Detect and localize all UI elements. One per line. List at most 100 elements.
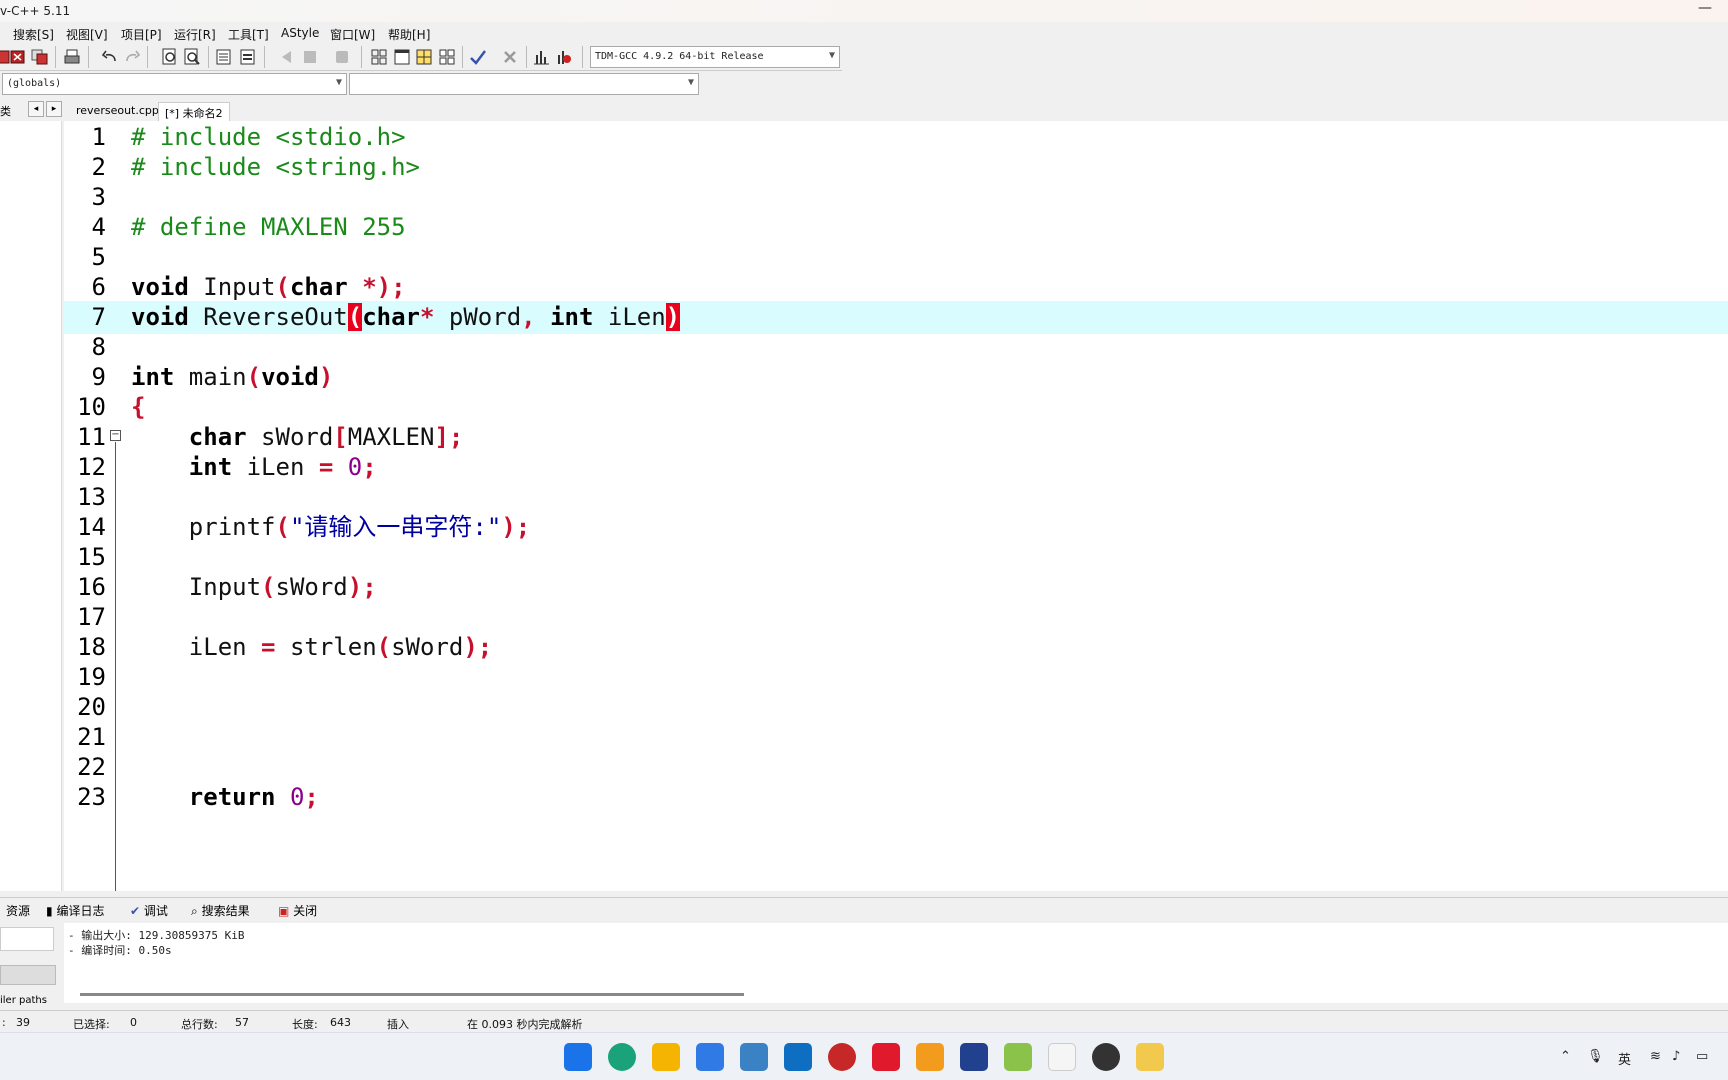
- tab-label: [*] 未命名2: [165, 107, 223, 120]
- print-icon[interactable]: [62, 47, 82, 67]
- code-line: 11 char sWord[MAXLEN];: [64, 421, 1728, 454]
- keyword: int: [188, 453, 233, 481]
- app-dots-icon[interactable]: [1048, 1043, 1076, 1071]
- code-line-current: 7 void ReverseOut(char* pWord, int iLen): [64, 301, 1728, 334]
- app-diamond-icon[interactable]: [1004, 1043, 1032, 1071]
- microphone-icon[interactable]: 🎙: [1587, 1049, 1604, 1064]
- todo-check-icon[interactable]: [696, 1043, 724, 1071]
- obs-icon[interactable]: [1092, 1043, 1120, 1071]
- member-select[interactable]: ▼: [349, 73, 699, 95]
- code-editor[interactable]: − 1 # include <stdio.h> 2 # include <strin…: [64, 121, 1728, 891]
- edge-browser-icon[interactable]: [608, 1043, 636, 1071]
- menu-help[interactable]: 帮助[H]: [388, 26, 430, 43]
- menu-search[interactable]: 搜索[S]: [13, 26, 54, 43]
- code-line: 23 return 0;: [64, 781, 1728, 814]
- window-icon[interactable]: [392, 47, 412, 67]
- tab-debug[interactable]: ✔ 调试: [130, 902, 168, 919]
- number-literal: 0: [347, 453, 363, 481]
- menu-run[interactable]: 运行[R]: [174, 26, 216, 43]
- code-line: 6 void Input(char *);: [64, 271, 1728, 304]
- code-line: 1 # include <stdio.h>: [64, 121, 1728, 154]
- tab-compile-log[interactable]: ▮ 编译日志: [46, 902, 104, 919]
- sublime-icon[interactable]: [916, 1043, 944, 1071]
- keyword: char: [362, 303, 420, 331]
- grid-icon[interactable]: [414, 47, 434, 67]
- bookmark-icon[interactable]: [332, 47, 352, 67]
- volume-icon[interactable]: ♪: [1672, 1049, 1680, 1064]
- close-all-icon[interactable]: [30, 47, 50, 67]
- menu-window[interactable]: 窗口[W]: [330, 26, 375, 43]
- status-insert-mode: 插入: [387, 1018, 409, 1031]
- code-line: 20: [64, 691, 1728, 724]
- tab-untitled2[interactable]: [*] 未命名2: [158, 102, 230, 121]
- stop-icon[interactable]: [500, 47, 520, 67]
- status-bar: : 39 已选择: 0 总行数: 57 长度: 643 插入 在 0.093 秒…: [0, 1010, 1728, 1032]
- find-icon[interactable]: [160, 47, 180, 67]
- class-browser-pane[interactable]: [0, 121, 62, 891]
- status-selected-value: 0: [130, 1016, 137, 1029]
- menu-tools[interactable]: 工具[T]: [228, 26, 269, 43]
- code-line: 14 printf("请输入一串字符:");: [64, 511, 1728, 544]
- line-number: 11: [77, 423, 106, 451]
- classes-tab-label[interactable]: 类: [0, 103, 11, 119]
- wifi-icon[interactable]: ≋: [1650, 1049, 1661, 1064]
- store-icon[interactable]: [652, 1043, 680, 1071]
- back-icon[interactable]: [277, 47, 297, 67]
- tab-scroll-left-icon[interactable]: ◂: [28, 101, 44, 117]
- code-line: 21: [64, 721, 1728, 754]
- compiler-select[interactable]: TDM-GCC 4.9.2 64-bit Release ▼: [590, 46, 840, 68]
- minimize-button[interactable]: —: [1698, 0, 1712, 16]
- brace-match: (: [347, 303, 363, 331]
- code-line: 13: [64, 481, 1728, 514]
- horizontal-scrollbar[interactable]: [80, 993, 744, 996]
- code-line: 5: [64, 241, 1728, 274]
- battery-icon[interactable]: ▭: [1696, 1049, 1708, 1064]
- replace-icon[interactable]: [182, 47, 202, 67]
- tab-reverseout[interactable]: reverseout.cpp: [70, 102, 165, 121]
- symbol: *: [420, 303, 435, 331]
- app-red-icon[interactable]: [828, 1043, 856, 1071]
- log-input-box[interactable]: [0, 927, 54, 951]
- scope-select[interactable]: (globals) ▼: [2, 73, 347, 95]
- log-side-button[interactable]: [0, 965, 56, 985]
- compiler-options-pane: iler paths: [0, 923, 62, 1006]
- menu-astyle[interactable]: AStyle: [281, 26, 319, 40]
- compile-log[interactable]: - 输出大小: 129.30859375 KiB - 编译时间: 0.50s: [64, 923, 1728, 1003]
- chart-icon[interactable]: [531, 47, 551, 67]
- forward-icon[interactable]: [300, 47, 320, 67]
- netease-music-icon[interactable]: [872, 1043, 900, 1071]
- indent-icon[interactable]: [214, 47, 234, 67]
- file-explorer-icon[interactable]: [1136, 1043, 1164, 1071]
- unindent-icon[interactable]: [238, 47, 258, 67]
- tab-close[interactable]: ▣ 关闭: [278, 902, 317, 919]
- tiles-icon[interactable]: [437, 47, 457, 67]
- code-text: # include <string.h>: [131, 153, 420, 181]
- new-project-icon[interactable]: [369, 47, 389, 67]
- tab-scroll-right-icon[interactable]: ▸: [46, 101, 62, 117]
- undo-icon[interactable]: [100, 47, 120, 67]
- start-windows-icon[interactable]: [564, 1043, 592, 1071]
- status-parse-time: 在 0.093 秒内完成解析: [467, 1018, 583, 1031]
- code-line: 17: [64, 601, 1728, 634]
- notebook-icon[interactable]: [740, 1043, 768, 1071]
- chevron-up-icon[interactable]: ⌃: [1560, 1049, 1571, 1064]
- menu-project[interactable]: 项目[P]: [121, 26, 162, 43]
- ime-indicator[interactable]: 英: [1618, 1049, 1631, 1068]
- vscode-icon[interactable]: [784, 1043, 812, 1071]
- profile-icon[interactable]: [553, 47, 573, 67]
- devcpp-icon[interactable]: [960, 1043, 988, 1071]
- code-line: 8: [64, 331, 1728, 364]
- keyword: return: [188, 783, 276, 811]
- menu-view[interactable]: 视图[V]: [66, 26, 108, 43]
- tab-search-results[interactable]: ⌕ 搜索结果: [191, 902, 250, 919]
- line-number: 16: [77, 573, 106, 601]
- line-number: 20: [77, 693, 106, 721]
- code-line: 10{: [64, 391, 1728, 424]
- tab-label: 调试: [143, 904, 168, 918]
- close-file-icon[interactable]: [8, 47, 28, 67]
- tab-resources[interactable]: 资源: [6, 902, 30, 919]
- redo-icon[interactable]: [122, 47, 142, 67]
- line-number: 15: [77, 543, 106, 571]
- syntax-check-icon[interactable]: [468, 47, 488, 67]
- status-selected-label: 已选择:: [73, 1018, 110, 1031]
